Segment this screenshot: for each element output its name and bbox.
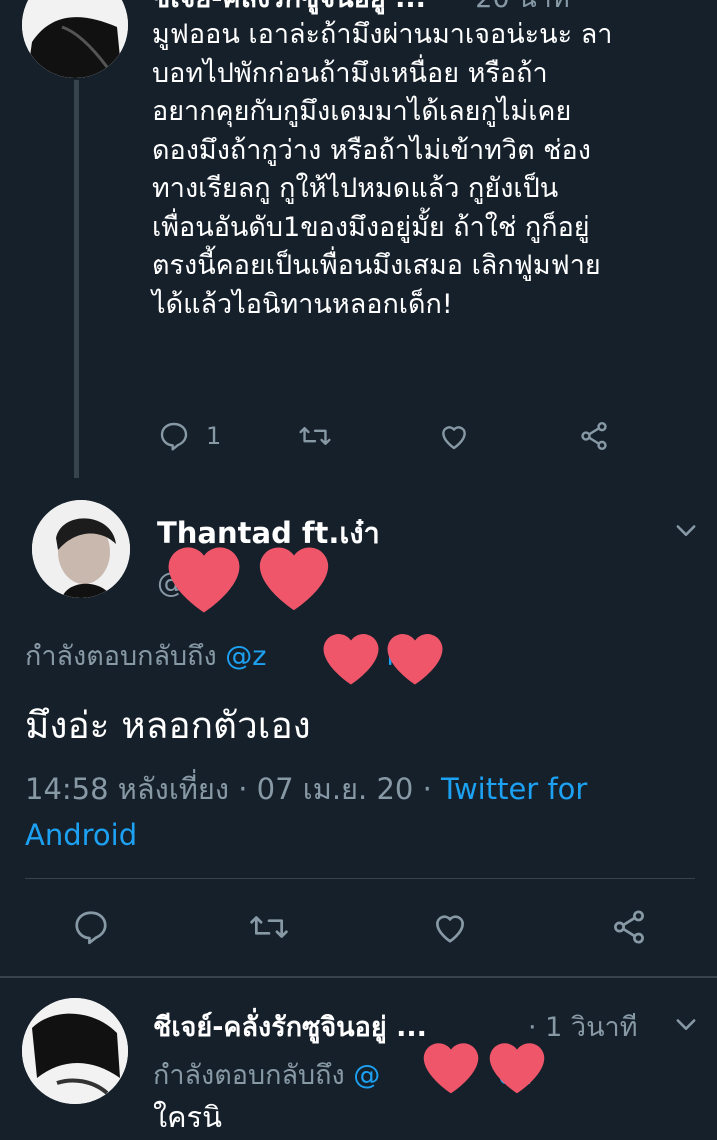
source-link-cont[interactable]: Android bbox=[25, 818, 137, 852]
chevron-down-icon[interactable] bbox=[672, 516, 700, 548]
divider bbox=[25, 878, 695, 879]
like-button[interactable] bbox=[430, 908, 470, 946]
tweet-line: ดองมึงถ้ากูว่าง หรือถ้าไม่เข้าทวิต ช่อง bbox=[152, 134, 591, 166]
divider bbox=[0, 976, 717, 978]
thread-line bbox=[74, 80, 79, 478]
share-icon bbox=[614, 910, 644, 944]
share-button[interactable] bbox=[610, 908, 648, 946]
avatar[interactable] bbox=[22, 0, 128, 78]
tweet-line: เพื่อนอันดับ1ของมึงอยู่มั้ย ถ้าใช่ กูก็อ… bbox=[152, 211, 590, 243]
retweet-button[interactable] bbox=[248, 908, 290, 946]
reply-button[interactable]: 1 bbox=[158, 420, 221, 452]
share-icon bbox=[581, 422, 607, 450]
heart-sticker-icon bbox=[168, 547, 240, 613]
avatar-image bbox=[32, 500, 130, 598]
tweet-line: อยากคุยกับกูมึงเดมมาได้เลยกูไม่เคย bbox=[152, 96, 572, 127]
like-icon bbox=[442, 426, 466, 450]
heart-sticker-icon bbox=[259, 547, 329, 611]
retweet-button[interactable] bbox=[298, 420, 332, 452]
reply-icon bbox=[160, 422, 188, 451]
tweet-body: ใครนิ bbox=[153, 1100, 222, 1134]
tweet-line: บอทไปพักก่อนถ้ามึงเหนื่อย หรือถ้า bbox=[152, 57, 548, 89]
tweet-line: ตรงนี้คอยเป็นเพื่อนมึงเสมอ เลิกฟูมฟาย bbox=[152, 250, 601, 281]
avatar-image bbox=[22, 0, 128, 78]
tweet-line: ได้แล้วไอนิทานหลอกเด็ก! bbox=[152, 288, 453, 320]
chevron-down-icon[interactable] bbox=[672, 1010, 700, 1042]
tweet-body: มูฟออน เอาล่ะถ้ามึงผ่านมาเจอน่ะนะ ลา บอท… bbox=[152, 16, 702, 324]
timestamp: 14:58 หลังเที่ยง · 07 เม.ย. 20 · bbox=[25, 772, 442, 806]
avatar-image bbox=[22, 998, 128, 1104]
retweet-icon bbox=[299, 426, 331, 446]
source-link[interactable]: Twitter for bbox=[441, 772, 587, 806]
tweet-meta: 14:58 หลังเที่ยง · 07 เม.ย. 20 · Twitter… bbox=[25, 766, 705, 858]
reply-icon bbox=[75, 911, 107, 945]
avatar[interactable] bbox=[32, 500, 130, 598]
like-icon bbox=[435, 915, 465, 943]
retweet-icon bbox=[250, 916, 288, 938]
tweet-line: ทางเรียลกู กูให้ไปหมดแล้ว กูยังเป็น bbox=[152, 173, 559, 204]
heart-sticker-icon bbox=[323, 634, 379, 685]
like-button[interactable] bbox=[438, 420, 470, 452]
reply-count: 1 bbox=[206, 422, 222, 450]
tweet-body: มึงอ่ะ หลอกตัวเอง bbox=[25, 704, 311, 747]
heart-sticker-icon bbox=[387, 634, 443, 685]
avatar[interactable] bbox=[22, 998, 128, 1104]
display-name[interactable]: ชีเจย์-คลั่งรักซูจินอยู่ ... bbox=[153, 1005, 427, 1048]
heart-sticker-icon bbox=[489, 1043, 545, 1094]
tweet-line: มูฟออน เอาล่ะถ้ามึงผ่านมาเจอน่ะนะ ลา bbox=[152, 19, 613, 50]
heart-sticker-icon bbox=[423, 1043, 479, 1094]
share-button[interactable] bbox=[578, 420, 610, 452]
reply-button[interactable] bbox=[72, 908, 110, 946]
